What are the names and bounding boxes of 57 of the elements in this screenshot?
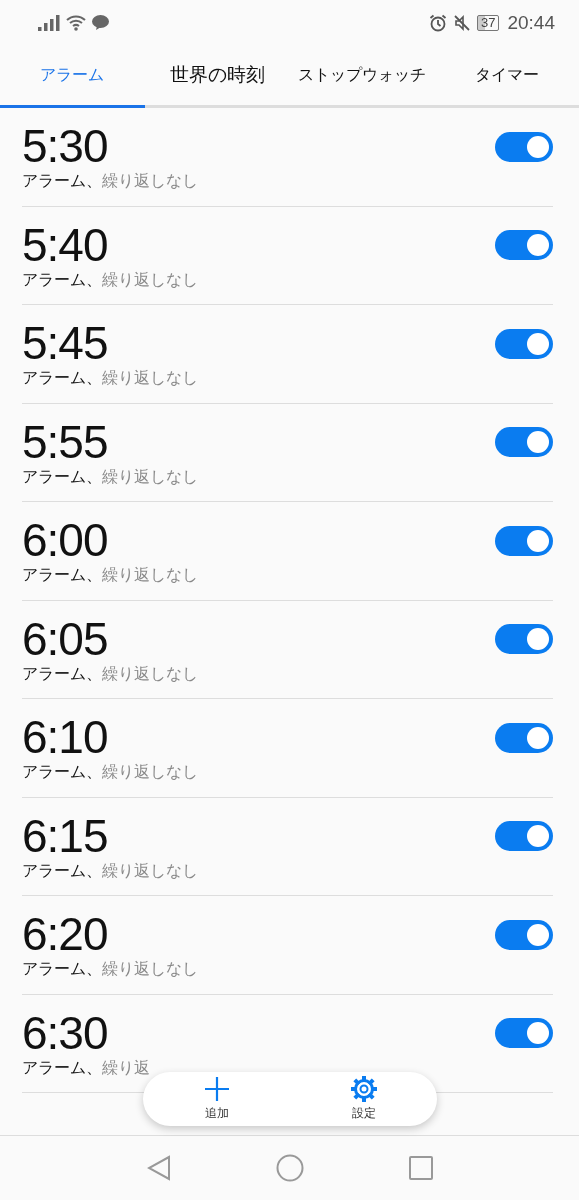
alarm-time: 5:45 <box>22 320 108 367</box>
settings-button[interactable]: 設定 <box>290 1072 437 1126</box>
alarm-label: アラーム、 <box>22 663 102 685</box>
repeat-text: 繰り返しなし <box>102 269 198 291</box>
alarm-time: 6:00 <box>22 517 108 564</box>
signal-icon <box>38 14 60 31</box>
alarm-toggle[interactable] <box>495 722 553 753</box>
tab[interactable]: ストップウォッチ <box>289 45 435 108</box>
alarm-toggle[interactable] <box>495 131 553 162</box>
repeat-text: 繰り返しなし <box>102 762 198 784</box>
alarm-time: 5:55 <box>22 418 108 465</box>
tab[interactable]: アラーム <box>0 45 145 108</box>
repeat-text: 繰り返しなし <box>102 959 198 981</box>
alarm-toggle[interactable] <box>495 230 553 261</box>
tab[interactable]: 世界の時刻 <box>144 45 290 108</box>
alarm-toggle[interactable] <box>495 1018 553 1049</box>
alarm-label: アラーム、 <box>22 959 102 981</box>
alarm-label: アラーム、 <box>22 860 102 882</box>
alarm-icon <box>429 13 447 32</box>
recents-icon[interactable] <box>408 1156 433 1180</box>
alarm-toggle[interactable] <box>495 427 553 458</box>
plus-icon <box>203 1076 230 1102</box>
alarm-time: 6:30 <box>22 1009 108 1056</box>
settings-icon <box>350 1076 377 1102</box>
chat-app-icon <box>92 15 109 30</box>
alarm-time: 6:05 <box>22 615 108 662</box>
mute-icon <box>453 13 471 32</box>
alarm-label: アラーム、 <box>22 368 102 390</box>
alarm-label: アラーム、 <box>22 762 102 784</box>
repeat-text: 繰り返しなし <box>102 171 198 193</box>
alarm-label: アラーム、 <box>22 1057 102 1079</box>
alarm-toggle[interactable] <box>495 624 553 655</box>
alarm-label: アラーム、 <box>22 466 102 488</box>
alarm-label: アラーム、 <box>22 171 102 193</box>
alarm-toggle[interactable] <box>495 328 553 359</box>
repeat-text: 繰り返しなし <box>102 663 198 685</box>
alarm-time: 6:20 <box>22 911 108 958</box>
alarm-time: 6:10 <box>22 714 108 761</box>
repeat-text: 繰り返 <box>102 1057 150 1079</box>
repeat-text: 繰り返しなし <box>102 860 198 882</box>
home-icon[interactable] <box>275 1154 304 1182</box>
tab[interactable]: タイマー <box>434 45 579 108</box>
alarm-label: アラーム、 <box>22 565 102 587</box>
clock-time: 20:44 <box>507 11 555 34</box>
repeat-text: 繰り返しなし <box>102 368 198 390</box>
alarm-time: 5:40 <box>22 221 108 268</box>
repeat-text: 繰り返しなし <box>102 565 198 587</box>
alarm-time: 5:30 <box>22 123 108 170</box>
alarm-toggle[interactable] <box>495 919 553 950</box>
battery-icon: 37 <box>477 14 500 31</box>
alarm-toggle[interactable] <box>495 525 553 556</box>
back-icon[interactable] <box>146 1155 171 1181</box>
alarm-label: アラーム、 <box>22 269 102 291</box>
wifi-icon <box>66 14 86 31</box>
alarm-time: 6:15 <box>22 812 108 859</box>
alarm-toggle[interactable] <box>495 821 553 852</box>
repeat-text: 繰り返しなし <box>102 466 198 488</box>
